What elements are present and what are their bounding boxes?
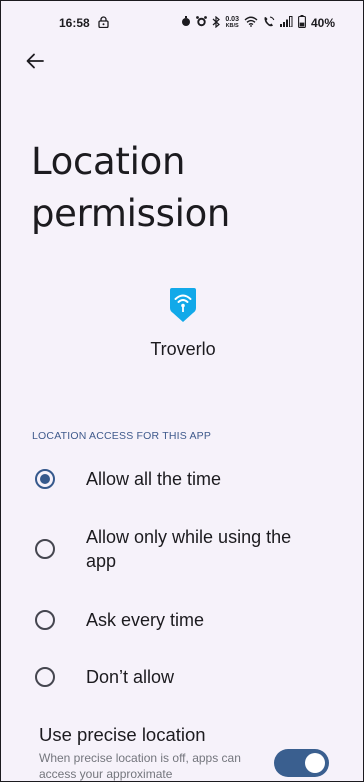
signal-icon — [279, 16, 293, 30]
precise-location-toggle[interactable] — [274, 749, 329, 777]
radio-option-label: Don’t allow — [86, 667, 175, 687]
status-icons: 0.03 KB/S 40% — [181, 15, 335, 31]
wifi-pin-icon — [170, 288, 196, 322]
data-speed-value: 0.03 — [225, 16, 239, 23]
app-icon — [168, 287, 198, 323]
radio-button-selected[interactable] — [35, 469, 55, 489]
data-speed-unit: KB/S — [225, 23, 239, 29]
back-button[interactable] — [21, 49, 49, 77]
radio-option-allow-all-the-time[interactable]: Allow all the time — [35, 467, 335, 491]
lock-icon — [98, 15, 109, 31]
section-label: LOCATION ACCESS FOR THIS APP — [32, 430, 212, 442]
app-name: Troverlo — [150, 339, 216, 359]
status-left: 16:58 — [59, 15, 109, 31]
radio-button[interactable] — [35, 610, 55, 630]
battery-icon — [298, 15, 306, 31]
radio-option-label: Allow all the time — [86, 469, 222, 489]
wifi-icon — [244, 16, 258, 30]
data-speed: 0.03 KB/S — [225, 16, 239, 30]
radio-option-label: Ask every time — [86, 610, 205, 630]
status-bar: 16:58 0.03 KB/S 40% — [1, 1, 363, 45]
radio-button[interactable] — [35, 539, 55, 559]
alarm-clock-icon — [181, 16, 191, 30]
radio-option-label: Allow only while using the app — [86, 527, 292, 571]
page-title: Location permission — [31, 140, 231, 235]
arrow-back-icon — [26, 53, 44, 74]
call-icon — [263, 16, 275, 30]
radio-button[interactable] — [35, 667, 55, 687]
radio-option-dont-allow[interactable]: Don’t allow — [35, 665, 335, 689]
radio-option-ask-every-time[interactable]: Ask every time — [35, 608, 335, 632]
status-time: 16:58 — [59, 16, 90, 30]
toggle-thumb — [305, 753, 325, 773]
precise-location-title: Use precise location — [39, 724, 206, 745]
bluetooth-icon — [212, 15, 221, 31]
precise-location-description: When precise location is off, apps can a… — [39, 751, 241, 781]
radio-option-allow-while-using[interactable]: Allow only while using the app — [35, 525, 335, 573]
battery-percent: 40% — [310, 16, 335, 30]
alarm-icon — [196, 16, 208, 30]
